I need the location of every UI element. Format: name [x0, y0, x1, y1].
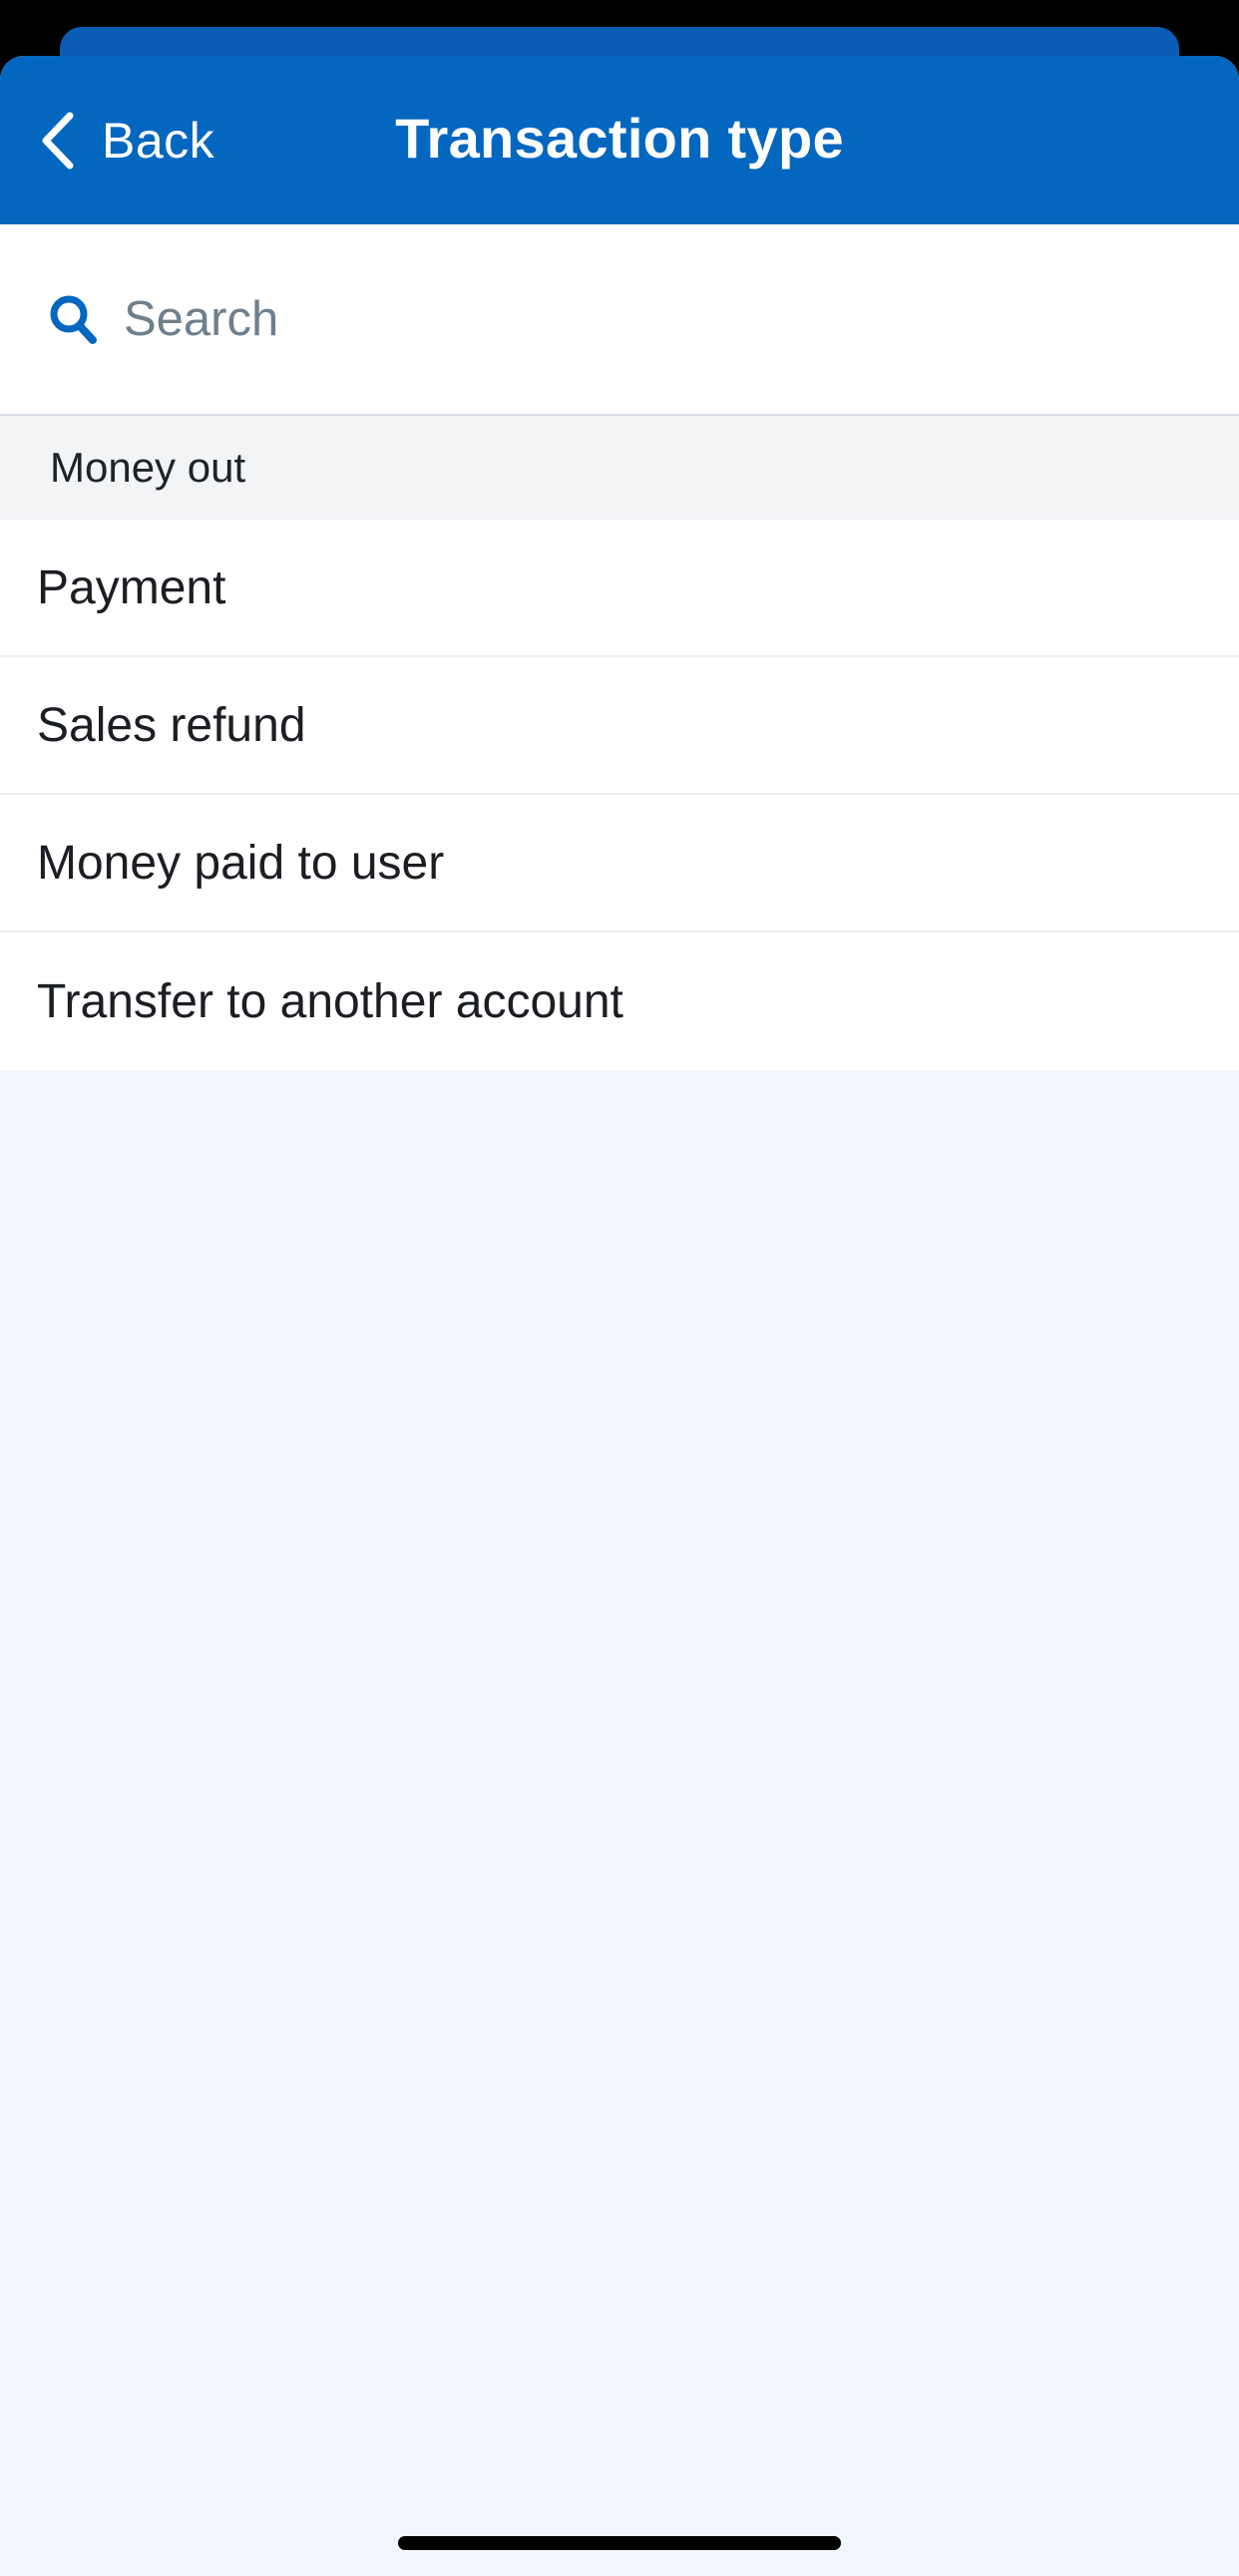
- navigation-bar: Back Transaction type: [0, 56, 1239, 224]
- list-item-sales-refund[interactable]: Sales refund: [0, 657, 1239, 795]
- transaction-type-list: Payment Sales refund Money paid to user …: [0, 520, 1239, 1070]
- section-header-money-out: Money out: [0, 416, 1239, 520]
- search-icon: [48, 293, 98, 345]
- chevron-left-icon: [38, 112, 76, 170]
- list-item-payment[interactable]: Payment: [0, 520, 1239, 657]
- list-item-transfer-to-another-account[interactable]: Transfer to another account: [0, 932, 1239, 1070]
- screen: Back Transaction type Money out Payment …: [0, 0, 1239, 2576]
- back-button[interactable]: Back: [38, 106, 214, 176]
- back-label: Back: [102, 113, 215, 169]
- search-input[interactable]: [124, 269, 1171, 369]
- search-bar: [0, 224, 1239, 416]
- list-item-money-paid-to-user[interactable]: Money paid to user: [0, 795, 1239, 932]
- transaction-type-sheet: Back Transaction type Money out Payment …: [0, 56, 1239, 2576]
- home-indicator: [398, 2536, 841, 2550]
